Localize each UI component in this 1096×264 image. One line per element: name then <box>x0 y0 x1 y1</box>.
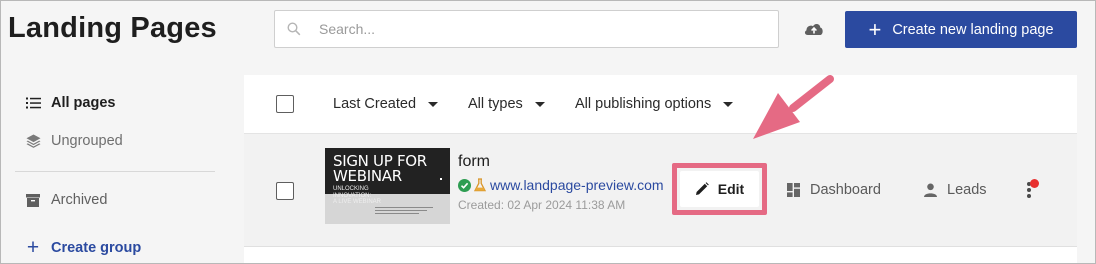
sidebar-divider <box>15 171 215 172</box>
filter-bar: Last Created All types All publishing op… <box>244 75 1077 134</box>
edit-button[interactable]: Edit <box>680 171 759 207</box>
create-button-label: Create new landing page <box>892 21 1054 38</box>
sidebar-item-label: Archived <box>51 192 108 208</box>
create-landing-page-button[interactable]: + Create new landing page <box>845 11 1077 48</box>
leads-button[interactable]: Leads <box>924 182 987 198</box>
sidebar-item-ungrouped[interactable]: Ungrouped <box>25 133 123 149</box>
flask-icon <box>474 178 486 192</box>
sort-label: Last Created <box>333 96 417 112</box>
thumbnail-decoration <box>440 178 442 180</box>
search-input[interactable] <box>319 21 739 37</box>
person-icon <box>924 183 937 197</box>
thumbnail-subtitle-line: A LIVE WEBINAR <box>333 199 382 205</box>
layers-icon <box>25 133 41 149</box>
plus-icon: + <box>26 236 40 259</box>
menu-dot <box>1027 188 1031 192</box>
check-circle-icon <box>458 178 471 192</box>
search-box[interactable] <box>274 10 779 48</box>
select-all-checkbox[interactable] <box>276 95 294 113</box>
caret-down-icon <box>723 101 734 107</box>
publishing-filter-label: All publishing options <box>575 96 712 112</box>
sidebar-item-archived[interactable]: Archived <box>25 192 107 208</box>
publishing-filter-dropdown[interactable]: All publishing options <box>575 96 734 112</box>
dashboard-button[interactable]: Dashboard <box>787 182 881 198</box>
row-checkbox[interactable] <box>276 182 294 200</box>
archive-icon <box>25 192 41 208</box>
sidebar-item-label: Create group <box>51 240 142 256</box>
leads-label: Leads <box>947 182 987 198</box>
pencil-icon <box>695 182 709 195</box>
thumbnail-headline: SIGN UP FOR WEBINAR <box>333 154 427 184</box>
landing-page-url-row: www.landpage-preview.com <box>458 177 676 193</box>
thumbnail-subtitle: UNLOCKING INNOVATION: A LIVE WEBINAR <box>333 186 381 206</box>
page-title: Landing Pages <box>8 12 217 44</box>
notification-dot <box>1030 179 1039 188</box>
plus-icon: + <box>868 16 882 42</box>
dashboard-label: Dashboard <box>810 182 881 198</box>
created-date: Created: 02 Apr 2024 11:38 AM <box>458 198 626 212</box>
type-filter-dropdown[interactable]: All types <box>468 96 545 112</box>
landing-page-url-link[interactable]: www.landpage-preview.com <box>490 177 664 193</box>
type-filter-label: All types <box>468 96 523 112</box>
caret-down-icon <box>534 101 545 107</box>
list-icon <box>25 95 41 111</box>
more-options-icon[interactable] <box>1024 179 1039 201</box>
table-row[interactable]: SIGN UP FOR WEBINAR UNLOCKING INNOVATION… <box>244 134 1077 247</box>
landing-pages-panel: Last Created All types All publishing op… <box>244 75 1077 264</box>
thumbnail-fine-print <box>375 207 433 214</box>
caret-down-icon <box>428 101 439 107</box>
landing-page-thumbnail[interactable]: SIGN UP FOR WEBINAR UNLOCKING INNOVATION… <box>325 148 450 224</box>
landing-page-name[interactable]: form <box>458 153 490 171</box>
sidebar-item-all-pages[interactable]: All pages <box>25 95 115 111</box>
dashboard-icon <box>787 183 800 197</box>
search-icon <box>287 22 301 36</box>
sidebar-item-label: All pages <box>51 95 116 111</box>
create-group-button[interactable]: + Create group <box>25 236 142 259</box>
thumbnail-headline-line: WEBINAR <box>333 167 402 185</box>
cloud-upload-icon[interactable] <box>803 20 825 38</box>
sidebar-item-label: Ungrouped <box>51 133 123 149</box>
edit-label: Edit <box>717 181 745 197</box>
menu-dot <box>1027 194 1031 198</box>
sort-dropdown[interactable]: Last Created <box>333 96 439 112</box>
